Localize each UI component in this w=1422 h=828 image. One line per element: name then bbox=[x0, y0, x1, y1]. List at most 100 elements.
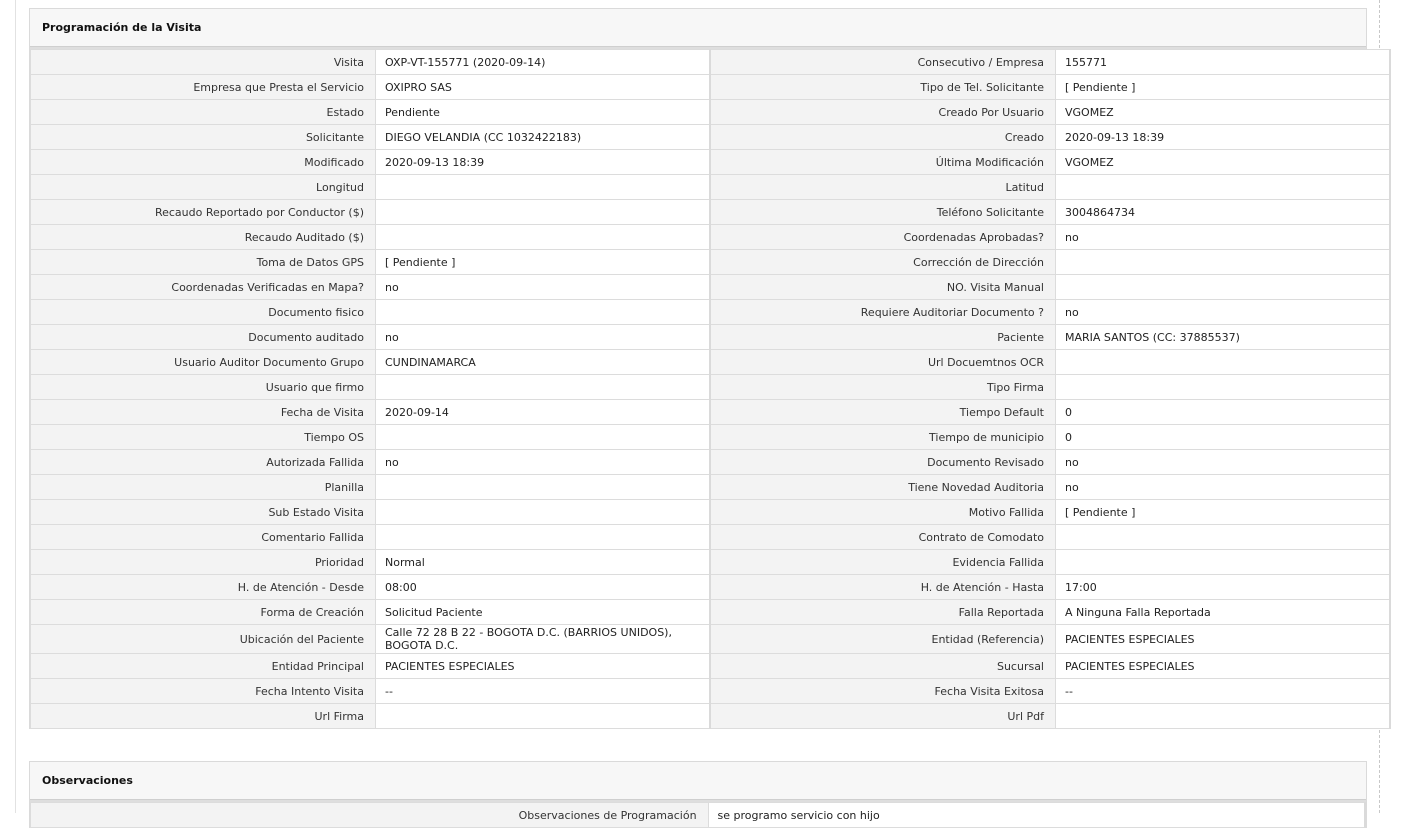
observaciones-title: Observaciones bbox=[30, 762, 1366, 800]
detail-row: Solicitante DIEGO VELANDIA (CC 1032422183… bbox=[30, 124, 1391, 150]
field-value bbox=[375, 174, 711, 200]
field-value: 155771 bbox=[1055, 49, 1391, 75]
field-value bbox=[1055, 349, 1391, 375]
field-label: Tiene Novedad Auditoria bbox=[709, 474, 1056, 500]
field-label: Tipo Firma bbox=[709, 374, 1056, 400]
detail-row: Documento fisico Requiere Auditoriar Docu… bbox=[30, 299, 1391, 325]
field-label: Documento fisico bbox=[30, 299, 376, 325]
field-value bbox=[1055, 274, 1391, 300]
programacion-table: Visita OXP-VT-155771 (2020-09-14) Consecut… bbox=[30, 49, 1391, 729]
field-value: MARIA SANTOS (CC: 37885537) bbox=[1055, 324, 1391, 350]
field-value: no bbox=[375, 324, 711, 350]
field-label: Estado bbox=[30, 99, 376, 125]
field-value: CUNDINAMARCA bbox=[375, 349, 711, 375]
detail-row: Fecha de Visita 2020-09-14 Tiempo Default… bbox=[30, 399, 1391, 425]
field-value-text: se programo servicio con hijo bbox=[717, 809, 880, 821]
field-label: Motivo Fallida bbox=[709, 499, 1056, 525]
field-value bbox=[1055, 249, 1391, 275]
field-label-text: Observaciones de Programación bbox=[518, 809, 697, 821]
detail-row: Autorizada Fallida no Documento Revisado … bbox=[30, 449, 1391, 475]
field-label: H. de Atención - Desde bbox=[30, 574, 376, 600]
field-value: PACIENTES ESPECIALES bbox=[1055, 653, 1391, 679]
detail-row: Recaudo Auditado ($) Coordenadas Aprobada… bbox=[30, 224, 1391, 250]
field-value bbox=[375, 474, 711, 500]
field-label: Solicitante bbox=[30, 124, 376, 150]
field-label: Coordenadas Verificadas en Mapa? bbox=[30, 274, 376, 300]
field-value: Solicitud Paciente bbox=[375, 599, 711, 625]
field-label: Tiempo OS bbox=[30, 424, 376, 450]
field-value bbox=[375, 703, 711, 729]
field-label: Corrección de Dirección bbox=[709, 249, 1056, 275]
field-label: Documento auditado bbox=[30, 324, 376, 350]
field-label: Planilla bbox=[30, 474, 376, 500]
field-value bbox=[375, 199, 711, 225]
field-value: 2020-09-13 18:39 bbox=[375, 149, 711, 175]
field-value bbox=[1055, 524, 1391, 550]
field-label: Falla Reportada bbox=[709, 599, 1056, 625]
field-value: A Ninguna Falla Reportada bbox=[1055, 599, 1391, 625]
field-label: Usuario Auditor Documento Grupo bbox=[30, 349, 376, 375]
field-label: Recaudo Auditado ($) bbox=[30, 224, 376, 250]
field-value: [ Pendiente ] bbox=[1055, 499, 1391, 525]
field-label: Url Firma bbox=[30, 703, 376, 729]
field-label: Sub Estado Visita bbox=[30, 499, 376, 525]
field-label: Evidencia Fallida bbox=[709, 549, 1056, 575]
field-value: [ Pendiente ] bbox=[375, 249, 711, 275]
observaciones-panel: Observaciones Observaciones de Programac… bbox=[29, 761, 1367, 828]
field-value: VGOMEZ bbox=[1055, 99, 1391, 125]
detail-row: Sub Estado Visita Motivo Fallida[ Pendien… bbox=[30, 499, 1391, 525]
detail-row: Estado Pendiente Creado Por Usuario VGOMEZ bbox=[30, 99, 1391, 125]
detail-row: Forma de Creación Solicitud Paciente Falla… bbox=[30, 599, 1391, 625]
field-label: Creado Por Usuario bbox=[709, 99, 1056, 125]
field-label: Url Docuemtnos OCR bbox=[709, 349, 1056, 375]
field-value: OXIPRO SAS bbox=[375, 74, 711, 100]
field-label: Toma de Datos GPS bbox=[30, 249, 376, 275]
field-value: VGOMEZ bbox=[1055, 149, 1391, 175]
detail-row: Prioridad Normal Evidencia Fallida bbox=[30, 549, 1391, 575]
detail-row: Ubicación del Paciente Calle 72 28 B 22 -… bbox=[30, 624, 1391, 654]
field-label: Forma de Creación bbox=[30, 599, 376, 625]
field-label: Contrato de Comodato bbox=[709, 524, 1056, 550]
detail-row: Observaciones de Programación se program… bbox=[30, 802, 1366, 828]
field-label: Latitud bbox=[709, 174, 1056, 200]
field-label: Consecutivo / Empresa bbox=[709, 49, 1056, 75]
field-value: OXP-VT-155771 (2020-09-14) bbox=[375, 49, 711, 75]
field-label: Observaciones de Programación bbox=[30, 802, 709, 828]
field-value bbox=[375, 524, 711, 550]
field-label: Modificado bbox=[30, 149, 376, 175]
field-value: DIEGO VELANDIA (CC 1032422183) bbox=[375, 124, 711, 150]
detail-row: Documento auditado no Paciente MARIA SANTO… bbox=[30, 324, 1391, 350]
field-value: PACIENTES ESPECIALES bbox=[375, 653, 711, 679]
field-label: Ubicación del Paciente bbox=[30, 624, 376, 654]
detail-row: Usuario que firmo Tipo Firma bbox=[30, 374, 1391, 400]
field-label: Coordenadas Aprobadas? bbox=[709, 224, 1056, 250]
detail-row: Tiempo OS Tiempo de municipio 0 bbox=[30, 424, 1391, 450]
field-label: Recaudo Reportado por Conductor ($) bbox=[30, 199, 376, 225]
field-label: Url Pdf bbox=[709, 703, 1056, 729]
field-value: 08:00 bbox=[375, 574, 711, 600]
field-value: no bbox=[1055, 299, 1391, 325]
programacion-title: Programación de la Visita bbox=[30, 9, 1366, 47]
field-label: Usuario que firmo bbox=[30, 374, 376, 400]
field-label: Visita bbox=[30, 49, 376, 75]
field-value: Calle 72 28 B 22 - BOGOTA D.C. (BARRIOS … bbox=[375, 624, 711, 654]
field-value bbox=[375, 424, 711, 450]
field-label: Documento Revisado bbox=[709, 449, 1056, 475]
field-value: [ Pendiente ] bbox=[1055, 74, 1391, 100]
field-value: PACIENTES ESPECIALES bbox=[1055, 624, 1391, 654]
field-label: Entidad (Referencia) bbox=[709, 624, 1056, 654]
field-value bbox=[1055, 174, 1391, 200]
field-value: no bbox=[1055, 474, 1391, 500]
field-label: Fecha de Visita bbox=[30, 399, 376, 425]
field-value: 0 bbox=[1055, 399, 1391, 425]
detail-row: Entidad Principal PACIENTES ESPECIALES Suc… bbox=[30, 653, 1391, 679]
programacion-panel: Programación de la Visita Visita OXP-VT-1… bbox=[29, 8, 1391, 729]
field-value: se programo servicio con hijo bbox=[707, 802, 1366, 828]
field-label: Empresa que Presta el Servicio bbox=[30, 74, 376, 100]
field-label: Fecha Intento Visita bbox=[30, 678, 376, 704]
field-label: Fecha Visita Exitosa bbox=[709, 678, 1056, 704]
detail-row: Modificado 2020-09-13 18:39 Última Modific… bbox=[30, 149, 1391, 175]
detail-row: Visita OXP-VT-155771 (2020-09-14) Consecut… bbox=[30, 49, 1391, 75]
field-label: Tiempo Default bbox=[709, 399, 1056, 425]
field-label: Creado bbox=[709, 124, 1056, 150]
